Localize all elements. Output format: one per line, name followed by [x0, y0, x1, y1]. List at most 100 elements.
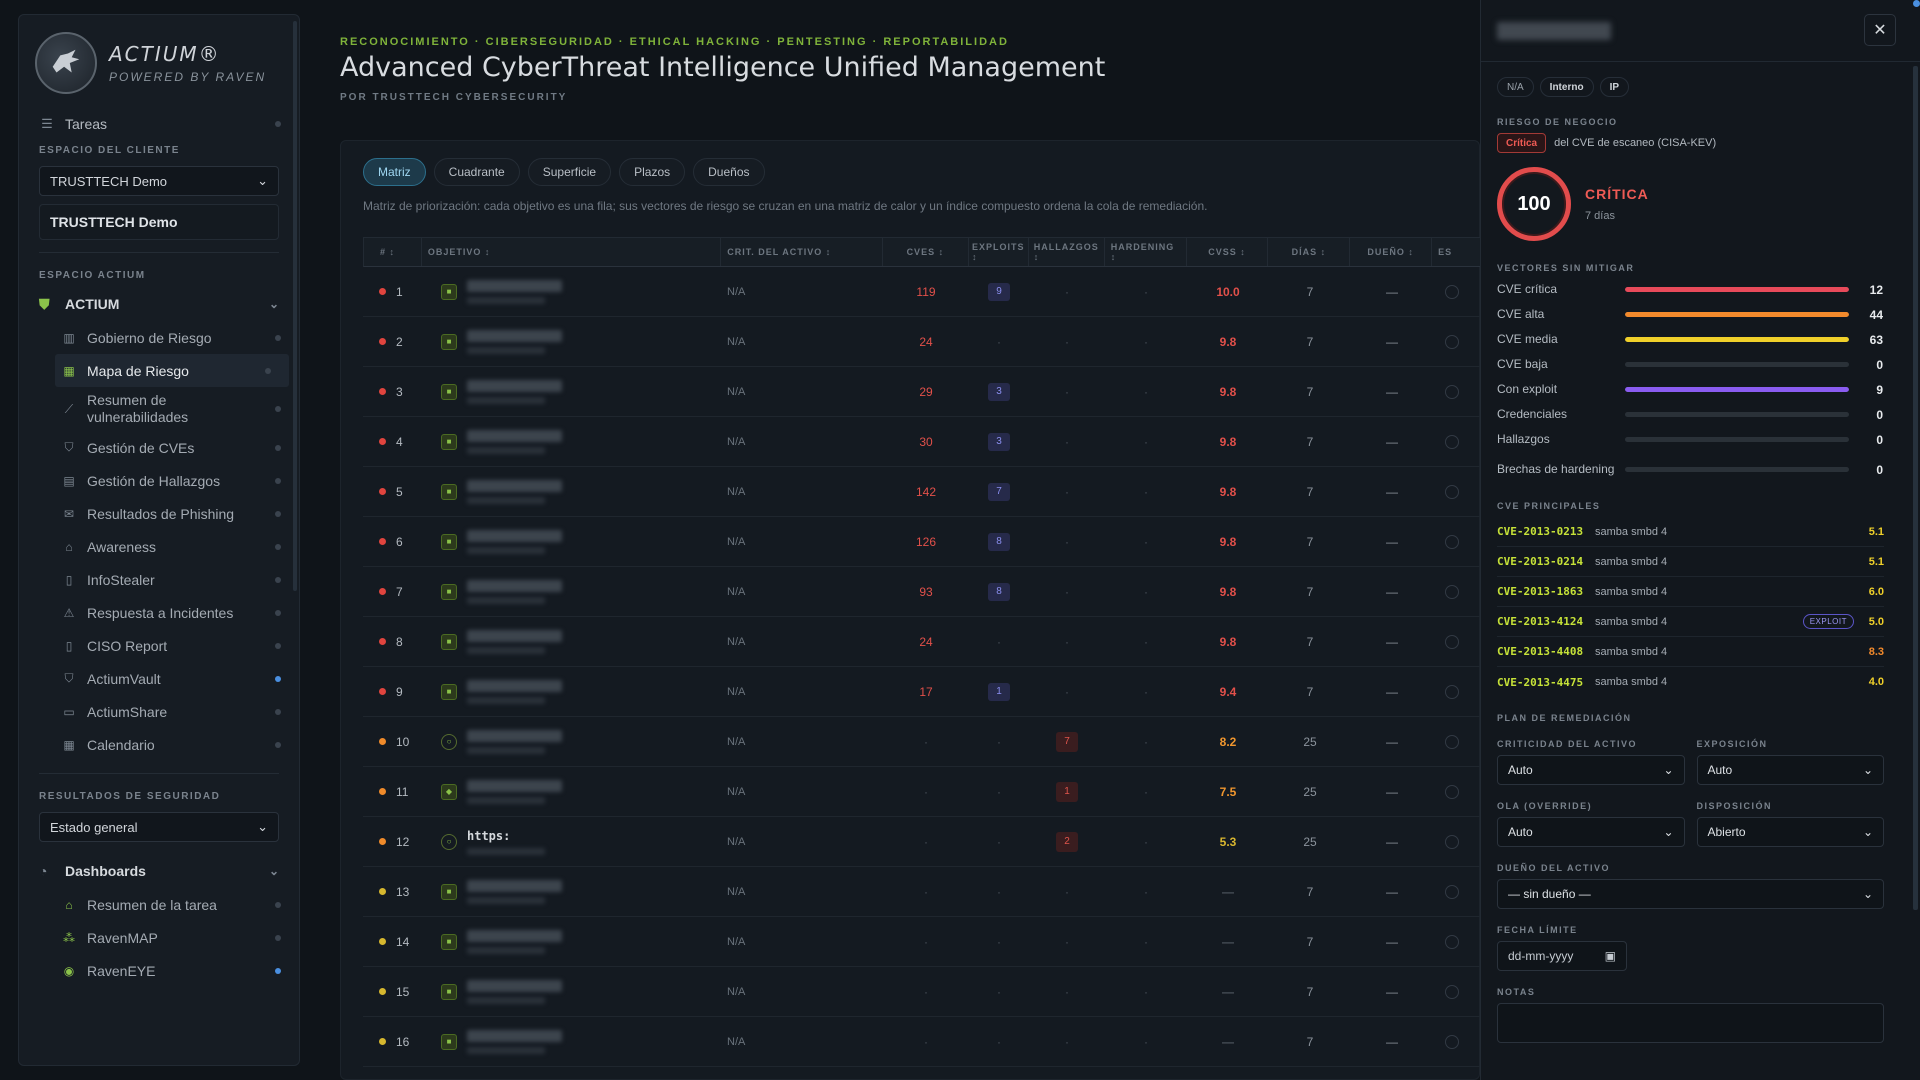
- tab-duenos[interactable]: Dueños: [693, 158, 765, 186]
- status-circle-icon[interactable]: [1445, 984, 1459, 999]
- host-target-icon: ■: [441, 933, 457, 950]
- cve-row[interactable]: CVE-2013-4408 samba smbd 4 8.3: [1497, 637, 1884, 667]
- hardening-count: ·: [1144, 684, 1148, 699]
- results-select[interactable]: Estado general ⌄: [39, 812, 279, 842]
- table-row[interactable]: 5 ■ N/A 142 7 · · 9.8 7 —: [363, 467, 1481, 517]
- status-circle-icon[interactable]: [1445, 834, 1459, 849]
- wave-select[interactable]: Auto ⌄: [1497, 817, 1685, 847]
- table-row[interactable]: 12 ○ https: N/A · · 2 · 5.3 25 —: [363, 817, 1481, 867]
- col-header-dias[interactable]: DÍAS ↕: [1268, 238, 1351, 266]
- sidebar-item-actiumvault[interactable]: ⛉ ActiumVault: [19, 662, 299, 695]
- sidebar-item-tareas[interactable]: ☰ Tareas: [19, 107, 299, 140]
- warning-icon: ⚠: [63, 605, 75, 620]
- sidebar-item-ravenmap[interactable]: ⁂ RavenMAP: [19, 921, 299, 954]
- col-header-cves[interactable]: CVES ↕: [883, 238, 969, 266]
- table-row[interactable]: 1 ■ N/A 119 9 · · 10.0 7 —: [363, 267, 1481, 317]
- col-header-dueno[interactable]: DUEÑO ↕: [1350, 238, 1433, 266]
- tab-plazos[interactable]: Plazos: [619, 158, 686, 186]
- deadline-input[interactable]: dd-mm-yyyy ▣: [1497, 941, 1627, 971]
- table-row[interactable]: 4 ■ N/A 30 3 · · 9.8 7 —: [363, 417, 1481, 467]
- status-circle-icon[interactable]: [1445, 634, 1459, 649]
- status-circle-icon[interactable]: [1445, 434, 1459, 449]
- tab-matriz[interactable]: Matriz: [363, 158, 426, 186]
- col-header-hardening[interactable]: HARDENING ↕: [1105, 238, 1187, 266]
- cve-id[interactable]: CVE-2013-1863: [1497, 585, 1595, 598]
- drawer-scrollbar[interactable]: [1913, 66, 1918, 910]
- redacted-target-detail: [467, 696, 545, 704]
- owner-select[interactable]: — sin dueño — ⌄: [1497, 879, 1884, 909]
- criticality-select[interactable]: Auto ⌄: [1497, 755, 1685, 785]
- row-index: 13: [396, 884, 410, 899]
- table-row[interactable]: 7 ■ N/A 93 8 · · 9.8 7 —: [363, 567, 1481, 617]
- cve-id[interactable]: CVE-2013-0213: [1497, 525, 1595, 538]
- close-button[interactable]: ✕: [1864, 14, 1896, 46]
- table-row[interactable]: 6 ■ N/A 126 8 · · 9.8 7 —: [363, 517, 1481, 567]
- sidebar-item-awareness[interactable]: ⌂ Awareness: [19, 530, 299, 563]
- status-circle-icon[interactable]: [1445, 934, 1459, 949]
- sidebar-item-mapa-de-riesgo[interactable]: ▦ Mapa de Riesgo: [55, 354, 289, 387]
- sidebar-item-resumen-vulnerabilidades[interactable]: ⟋ Resumen de vulnerabilidades: [19, 387, 299, 431]
- days-open: 25: [1303, 784, 1317, 799]
- sidebar-item-calendario[interactable]: ▦ Calendario: [19, 728, 299, 761]
- disposition-select[interactable]: Abierto ⌄: [1696, 817, 1884, 847]
- status-circle-icon[interactable]: [1445, 284, 1459, 299]
- col-header-objetivo[interactable]: OBJETIVO ↕: [422, 238, 722, 266]
- tab-cuadrante[interactable]: Cuadrante: [433, 158, 520, 186]
- cve-row[interactable]: CVE-2013-4475 samba smbd 4 4.0: [1497, 667, 1884, 697]
- sidebar-item-gestion-cves[interactable]: ⛉ Gestión de CVEs: [19, 431, 299, 464]
- cve-id[interactable]: CVE-2013-4124: [1497, 615, 1595, 628]
- status-circle-icon[interactable]: [1445, 534, 1459, 549]
- notes-textarea[interactable]: [1497, 1003, 1884, 1043]
- table-row[interactable]: 15 ■ N/A · · · · — 7 —: [363, 967, 1481, 1017]
- col-header-es[interactable]: ES: [1432, 238, 1480, 266]
- sidebar-item-respuesta-incidentes[interactable]: ⚠ Respuesta a Incidentes: [19, 596, 299, 629]
- client-select[interactable]: TRUSTTECH Demo ⌄: [39, 166, 279, 196]
- col-header-index[interactable]: # ↕: [364, 238, 422, 266]
- actium-group-toggle[interactable]: ⛊ ACTIUM ⌄: [19, 287, 299, 321]
- sidebar-item-actiumshare[interactable]: ▭ ActiumShare: [19, 695, 299, 728]
- empty-cell: ·: [1065, 1034, 1069, 1049]
- sidebar-item-raveneye[interactable]: ◉ RavenEYE: [19, 954, 299, 987]
- cve-row[interactable]: CVE-2013-0213 samba smbd 4 5.1: [1497, 517, 1884, 547]
- dashboards-group-toggle[interactable]: ◔ Dashboards ⌄: [19, 854, 299, 888]
- table-row[interactable]: 3 ■ N/A 29 3 · · 9.8 7 —: [363, 367, 1481, 417]
- cve-id[interactable]: CVE-2013-4475: [1497, 676, 1595, 689]
- empty-cell: ·: [1065, 584, 1069, 599]
- cve-row[interactable]: CVE-2013-0214 samba smbd 4 5.1: [1497, 547, 1884, 577]
- status-circle-icon[interactable]: [1445, 734, 1459, 749]
- col-header-cvss[interactable]: CVSS ↕: [1187, 238, 1269, 266]
- sidebar-item-resumen-tarea[interactable]: ⌂ Resumen de la tarea: [19, 888, 299, 921]
- table-row[interactable]: 9 ■ N/A 17 1 · · 9.4 7 —: [363, 667, 1481, 717]
- sidebar-item-infostealer[interactable]: ▯ InfoStealer: [19, 563, 299, 596]
- cve-id[interactable]: CVE-2013-4408: [1497, 645, 1595, 658]
- host-target-icon: ■: [441, 883, 457, 900]
- exposure-select[interactable]: Auto ⌄: [1696, 755, 1884, 785]
- status-circle-icon[interactable]: [1445, 684, 1459, 699]
- cve-count: ·: [924, 1034, 928, 1049]
- col-header-criticidad[interactable]: CRIT. DEL ACTIVO ↕: [721, 238, 883, 266]
- sidebar-item-resultados-phishing[interactable]: ✉ Resultados de Phishing: [19, 497, 299, 530]
- sidebar-item-ciso-report[interactable]: ▯ CISO Report: [19, 629, 299, 662]
- status-circle-icon[interactable]: [1445, 384, 1459, 399]
- table-row[interactable]: 8 ■ N/A 24 · · · 9.8 7 —: [363, 617, 1481, 667]
- cve-id[interactable]: CVE-2013-0214: [1497, 555, 1595, 568]
- sidebar-item-gobierno-de-riesgo[interactable]: ▥ Gobierno de Riesgo: [19, 321, 299, 354]
- cve-row[interactable]: CVE-2013-4124 samba smbd 4 EXPLOIT 5.0: [1497, 607, 1884, 637]
- table-row[interactable]: 14 ■ N/A · · · · — 7 —: [363, 917, 1481, 967]
- table-row[interactable]: 10 ○ N/A · · 7 · 8.2 25 —: [363, 717, 1481, 767]
- status-circle-icon[interactable]: [1445, 584, 1459, 599]
- table-row[interactable]: 2 ■ N/A 24 · · · 9.8 7 —: [363, 317, 1481, 367]
- table-row[interactable]: 11 ◆ N/A · · 1 · 7.5 25 —: [363, 767, 1481, 817]
- sidebar-item-gestion-hallazgos[interactable]: ▤ Gestión de Hallazgos: [19, 464, 299, 497]
- table-row[interactable]: 13 ■ N/A · · · · — 7 —: [363, 867, 1481, 917]
- status-circle-icon[interactable]: [1445, 884, 1459, 899]
- status-circle-icon[interactable]: [1445, 484, 1459, 499]
- cve-row[interactable]: CVE-2013-1863 samba smbd 4 6.0: [1497, 577, 1884, 607]
- col-header-exploits[interactable]: EXPLOITS ↕: [969, 238, 1029, 266]
- status-circle-icon[interactable]: [1445, 784, 1459, 799]
- status-circle-icon[interactable]: [1445, 334, 1459, 349]
- table-row[interactable]: 16 ■ N/A · · · · — 7 —: [363, 1017, 1481, 1067]
- tab-superficie[interactable]: Superficie: [527, 158, 612, 186]
- col-header-hallazgos[interactable]: HALLAZGOS ↕: [1029, 238, 1105, 266]
- status-circle-icon[interactable]: [1445, 1034, 1459, 1049]
